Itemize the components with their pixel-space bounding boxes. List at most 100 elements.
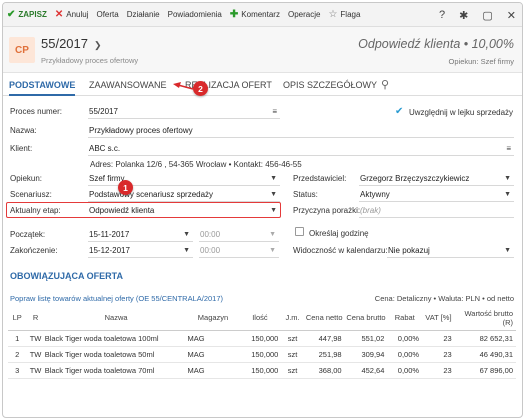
chevron-down-icon[interactable]: ❯ [94, 40, 102, 50]
cell-quantity: 150,000 [238, 330, 282, 347]
cell-lp: 2 [8, 346, 27, 363]
cell-vat: 23 [422, 362, 455, 379]
include-funnel-checkbox[interactable]: ✔ [395, 107, 405, 117]
cell-vat: 23 [422, 330, 455, 347]
chevron-down-icon: ▼ [270, 175, 277, 182]
tab-advanced[interactable]: ZAAWANSOWANE [89, 74, 167, 96]
cell-warehouse: MAG [187, 362, 239, 379]
representative-select[interactable]: Grzegorz Brzęczyszczykiewicz ▼ [359, 172, 514, 186]
end-time-field[interactable]: 00:00 ▼ [199, 244, 279, 258]
process-number-label: Proces numer: [10, 107, 63, 116]
tab-basic[interactable]: PODSTAWOWE [9, 74, 76, 96]
col-discount[interactable]: Rabat [387, 306, 423, 331]
attachment-icon[interactable]: ⚲ [381, 78, 389, 91]
stage-select[interactable]: Odpowiedź klienta ▼ [88, 204, 280, 218]
cell-quantity: 150,000 [238, 346, 282, 363]
callout-arrow-icon [173, 82, 194, 90]
save-button[interactable]: ✔ ZAPISZ [7, 8, 47, 20]
menu-icon[interactable]: ≡ [272, 105, 277, 118]
col-lp[interactable]: LP [8, 306, 27, 331]
offer-items-table: LP R Nazwa Magazyn Ilość J.m. Cena netto… [8, 306, 516, 379]
cell-lp: 1 [8, 330, 27, 347]
chevron-down-icon: ▼ [269, 247, 276, 254]
col-gross-value[interactable]: Wartość brutto (R) [454, 306, 516, 331]
loss-reason-label: Przyczyna porażki: [293, 206, 361, 215]
close-window-icon[interactable]: ✕ [507, 9, 516, 22]
menu-action[interactable]: Działanie [127, 10, 160, 19]
col-warehouse[interactable]: Magazyn [187, 306, 239, 331]
scenario-label: Scenariusz: [10, 190, 52, 199]
toolbar: ✔ ZAPISZ ✕ Anuluj Oferta Działanie Powiado… [3, 3, 522, 27]
menu-offer[interactable]: Oferta [96, 10, 118, 19]
name-label: Nazwa: [10, 126, 37, 135]
callout-badge-1: 1 [118, 180, 133, 195]
cell-gross-price: 309,94 [344, 346, 388, 363]
include-funnel-label: Uwzględnij w lejku sprzedaży [409, 108, 514, 117]
flag-button[interactable]: ☆ Flaga [328, 9, 360, 20]
tab-detailed-description[interactable]: OPIS SZCZEGÓŁOWY [283, 74, 377, 96]
col-name[interactable]: Nazwa [44, 306, 188, 331]
table-header-row: LP R Nazwa Magazyn Ilość J.m. Cena netto… [8, 306, 516, 331]
settings-icon[interactable]: ✱ [459, 9, 468, 22]
chevron-down-icon: ▼ [270, 191, 277, 198]
cell-name: Black Tiger woda toaletowa 50ml [44, 346, 188, 363]
start-time-field[interactable]: 00:00 ▼ [199, 228, 279, 242]
cell-gross-value: 67 896,00 [454, 362, 516, 379]
col-vat[interactable]: VAT [%] [422, 306, 455, 331]
col-gross-price[interactable]: Cena brutto [344, 306, 388, 331]
menu-notifications[interactable]: Powiadomienia [168, 10, 222, 19]
plus-icon: ✚ [229, 8, 239, 20]
chevron-down-icon: ▼ [504, 175, 511, 182]
close-icon: ✕ [54, 8, 64, 20]
comment-button[interactable]: ✚ Komentarz [229, 8, 280, 20]
start-label: Początek: [10, 230, 46, 239]
col-quantity[interactable]: Ilość [238, 306, 282, 331]
table-row[interactable]: 1 TW Black Tiger woda toaletowa 100ml MA… [8, 330, 516, 347]
cell-discount: 0,00% [387, 362, 423, 379]
edit-offer-items-link[interactable]: Popraw listę towarów aktualnej oferty (O… [10, 294, 223, 303]
col-unit[interactable]: J.m. [281, 306, 304, 331]
tab-bar: PODSTAWOWE ZAAWANSOWANE REALIZACJA OFERT… [3, 74, 522, 96]
status-select[interactable]: Aktywny ▼ [359, 188, 514, 202]
table-row[interactable]: 3 TW Black Tiger woda toaletowa 70ml MAG… [8, 362, 516, 379]
menu-operations[interactable]: Operacje [288, 10, 320, 19]
record-owner: Opiekun: Szef firmy [448, 57, 514, 66]
calendar-visibility-label: Widoczność w kalendarzu: [293, 246, 388, 255]
menu-icon[interactable]: ≡ [506, 142, 511, 155]
process-number-field[interactable]: 55/2017 ≡ [88, 105, 280, 119]
owner-select[interactable]: Szef firmy ▼ [88, 172, 280, 186]
calendar-visibility-select[interactable]: Nie pokazuj ▼ [387, 244, 514, 258]
table-row[interactable]: 2 TW Black Tiger woda toaletowa 50ml MAG… [8, 346, 516, 363]
cell-gross-price: 452,64 [344, 362, 388, 379]
cancel-button[interactable]: ✕ Anuluj [54, 8, 89, 20]
cell-net-price: 251,98 [303, 346, 345, 363]
client-address: Adres: Polanka 12/6 , 54-365 Wrocław • K… [90, 160, 302, 169]
cell-net-price: 447,98 [303, 330, 345, 347]
start-date-field[interactable]: 15-11-2017 ▼ [88, 228, 193, 242]
window: ✔ ZAPISZ ✕ Anuluj Oferta Działanie Powiado… [2, 2, 523, 418]
record-title[interactable]: 55/2017 ❯ [41, 36, 102, 51]
cell-unit: szt [281, 346, 304, 363]
record-stage: Odpowiedź klienta • 10,00% [358, 37, 514, 51]
offer-section-title: OBOWIĄZUJĄCA OFERTA [10, 271, 123, 281]
window-controls: ? ✱ ▢ ✕ [425, 3, 516, 27]
chevron-down-icon: ▼ [270, 207, 277, 214]
help-icon[interactable]: ? [439, 9, 445, 21]
representative-label: Przedstawiciel: [293, 174, 347, 183]
record-subtitle: Przykładowy proces ofertowy [41, 56, 139, 65]
cell-unit: szt [281, 362, 304, 379]
status-label: Status: [293, 190, 318, 199]
scenario-select[interactable]: Podstawowy scenariusz sprzedaży ▼ [88, 188, 280, 202]
cell-unit: szt [281, 330, 304, 347]
check-icon: ✔ [7, 8, 16, 20]
maximize-icon[interactable]: ▢ [482, 9, 492, 22]
record-type-badge: CP [9, 37, 35, 63]
col-net-price[interactable]: Cena netto [303, 306, 345, 331]
cell-name: Black Tiger woda toaletowa 100ml [44, 330, 188, 347]
client-field[interactable]: ABC s.c. ≡ [88, 142, 514, 156]
specify-time-checkbox[interactable] [295, 227, 304, 236]
name-field[interactable]: Przykładowy proces ofertowy [88, 124, 514, 138]
price-summary: Cena: Detaliczny • Waluta: PLN • od nett… [374, 294, 514, 303]
col-r[interactable]: R [26, 306, 45, 331]
end-date-field[interactable]: 15-12-2017 ▼ [88, 244, 193, 258]
